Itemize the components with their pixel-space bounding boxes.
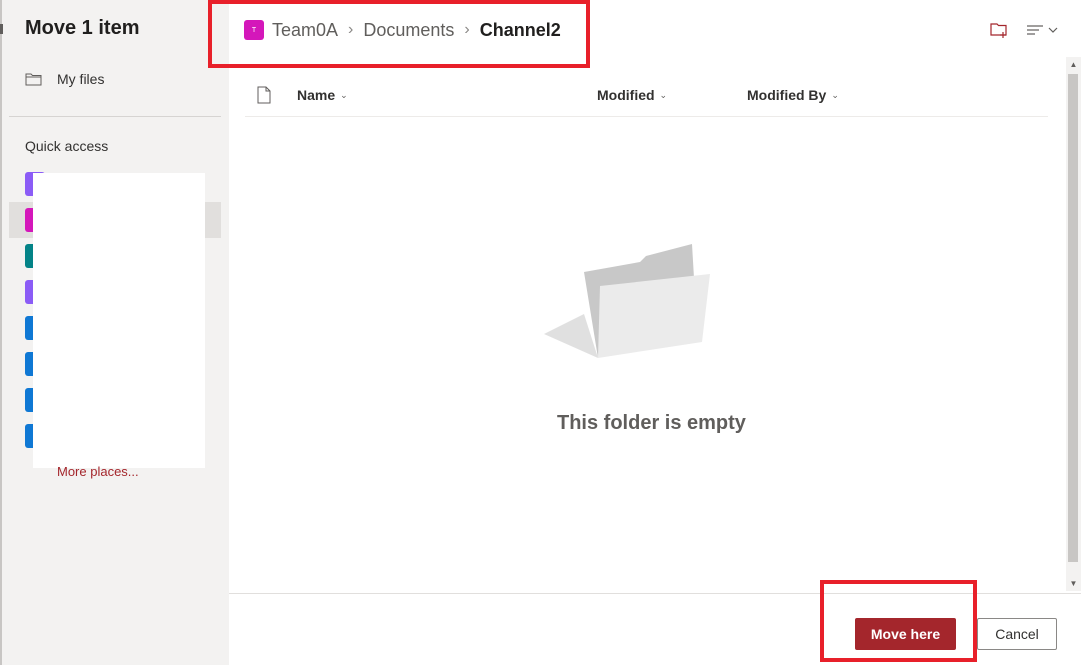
chevron-down-icon: ⌄ xyxy=(659,89,668,100)
column-modified-by[interactable]: Modified By ⌄ xyxy=(747,87,839,103)
file-type-icon[interactable] xyxy=(257,86,271,107)
file-list-header: Name ⌄ Modified ⌄ Modified By ⌄ xyxy=(245,78,1048,117)
sidebar: Move 1 item My files Quick access More p… xyxy=(0,0,229,665)
scrollbar-thumb[interactable] xyxy=(1068,74,1078,562)
empty-folder-icon xyxy=(544,244,710,358)
column-name-label: Name xyxy=(297,87,336,103)
cancel-button[interactable]: Cancel xyxy=(977,618,1057,650)
empty-folder-message: This folder is empty xyxy=(557,412,746,434)
sort-lines-icon xyxy=(1027,25,1043,35)
more-places-link[interactable]: More places... xyxy=(57,464,139,479)
new-folder-button[interactable] xyxy=(989,20,1009,40)
my-files-label: My files xyxy=(57,71,105,87)
scroll-down-arrow-icon[interactable]: ▼ xyxy=(1066,576,1081,591)
my-files-link[interactable]: My files xyxy=(9,62,221,96)
column-modified-by-label: Modified By xyxy=(747,87,827,103)
window-edge xyxy=(0,0,2,665)
move-button-highlight-box xyxy=(820,580,977,662)
folder-icon xyxy=(25,73,42,86)
breadcrumb-highlight-box xyxy=(208,0,590,68)
chevron-down-icon: ⌄ xyxy=(340,89,348,100)
scroll-up-arrow-icon[interactable]: ▲ xyxy=(1066,57,1081,72)
column-modified[interactable]: Modified ⌄ xyxy=(597,87,667,103)
panel-title: Move 1 item xyxy=(25,17,140,39)
column-name[interactable]: Name ⌄ xyxy=(297,87,348,103)
quick-access-heading: Quick access xyxy=(25,138,109,154)
view-options-button[interactable] xyxy=(1026,20,1062,40)
new-folder-icon xyxy=(990,23,1007,38)
chevron-down-icon: ⌄ xyxy=(831,89,839,100)
chevron-down-icon xyxy=(1048,27,1058,33)
window-edge-mark xyxy=(0,24,3,34)
column-modified-label: Modified xyxy=(597,87,655,103)
sidebar-divider xyxy=(9,116,221,117)
redaction-overlay xyxy=(33,173,205,468)
